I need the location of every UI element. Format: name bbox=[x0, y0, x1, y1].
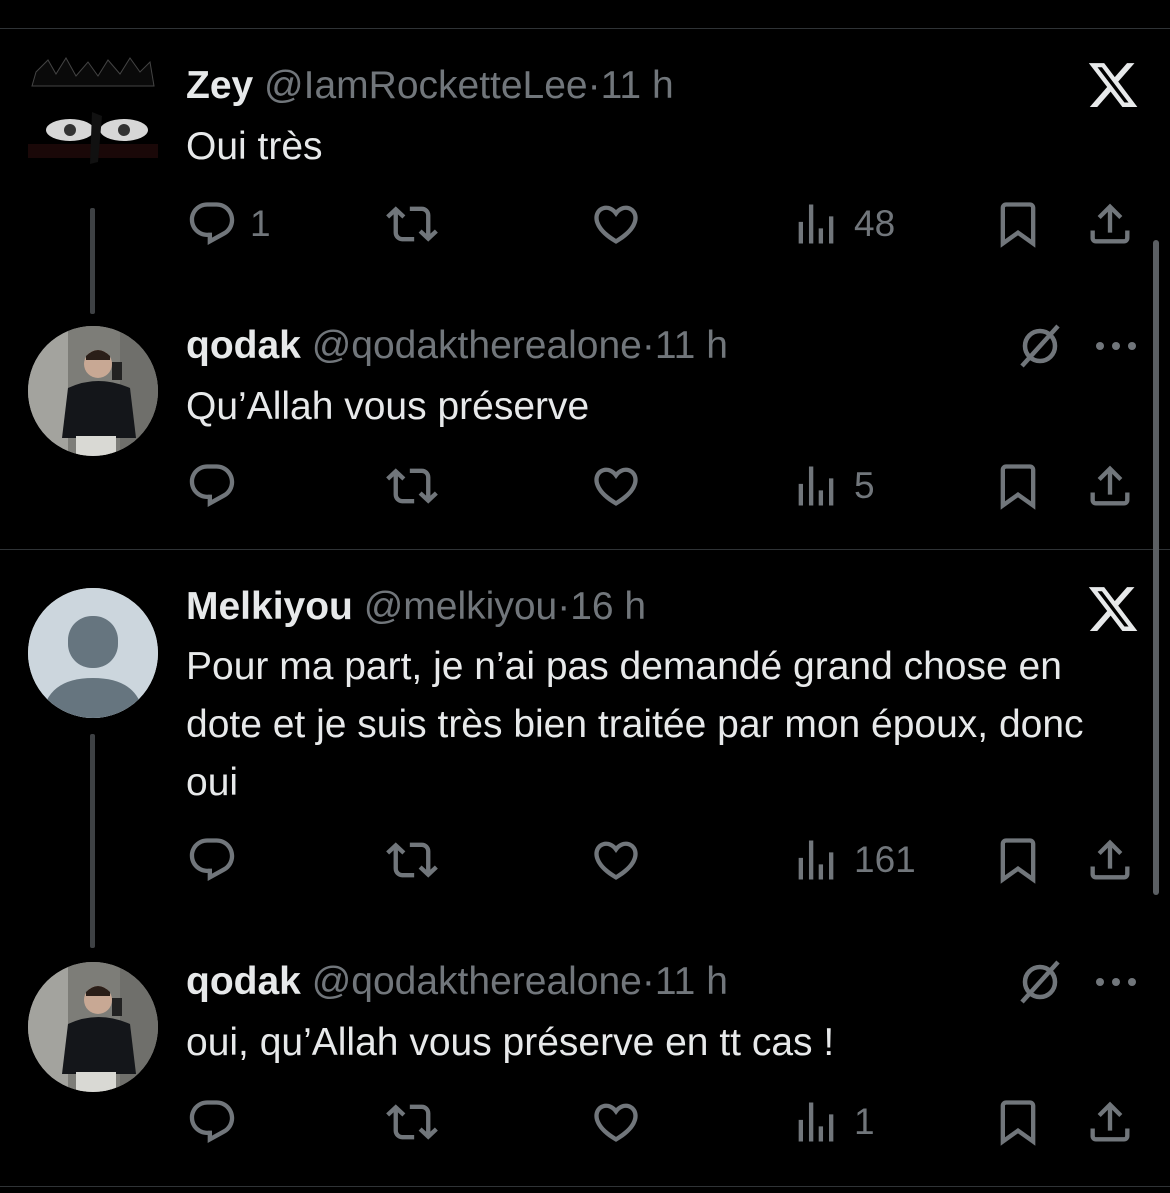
author-name[interactable]: Zey bbox=[186, 64, 253, 107]
views-button[interactable]: 1 bbox=[790, 1092, 875, 1152]
bookmark-button[interactable] bbox=[992, 194, 1044, 254]
avatar[interactable] bbox=[28, 962, 158, 1092]
author-handle[interactable]: @qodaktherealone bbox=[312, 960, 642, 1003]
divider bbox=[0, 549, 1170, 550]
timestamp[interactable]: 11 h bbox=[601, 64, 674, 107]
author-name[interactable]: qodak bbox=[186, 960, 301, 1003]
like-button[interactable] bbox=[590, 456, 642, 516]
heart-icon bbox=[590, 1096, 642, 1148]
x-logo-icon bbox=[1086, 582, 1140, 636]
heart-icon bbox=[590, 198, 642, 250]
reply-icon bbox=[186, 198, 238, 250]
tweet-header: Melkiyou @melkiyou·16 h bbox=[186, 583, 646, 631]
author-handle[interactable]: @IamRocketteLee bbox=[264, 64, 588, 107]
heart-icon bbox=[590, 460, 642, 512]
retweet-button[interactable] bbox=[386, 1092, 438, 1152]
tweet-text: oui, qu’Allah vous préserve en tt cas ! bbox=[186, 1021, 835, 1064]
views-icon bbox=[790, 460, 842, 512]
retweet-icon bbox=[386, 198, 438, 250]
share-button[interactable] bbox=[1084, 194, 1136, 254]
like-button[interactable] bbox=[590, 194, 642, 254]
reply-icon bbox=[186, 1096, 238, 1148]
bookmark-icon bbox=[992, 460, 1044, 512]
grok-icon[interactable] bbox=[1016, 958, 1064, 1006]
avatar[interactable] bbox=[28, 52, 158, 182]
action-bar: 161 bbox=[186, 830, 1146, 890]
like-button[interactable] bbox=[590, 1092, 642, 1152]
share-icon bbox=[1084, 460, 1136, 512]
retweet-icon bbox=[386, 1096, 438, 1148]
bookmark-icon bbox=[992, 1096, 1044, 1148]
views-count: 5 bbox=[854, 465, 875, 506]
bookmark-button[interactable] bbox=[992, 830, 1044, 890]
retweet-button[interactable] bbox=[386, 194, 438, 254]
bookmark-button[interactable] bbox=[992, 1092, 1044, 1152]
scrollbar[interactable] bbox=[1153, 240, 1159, 895]
views-button[interactable]: 48 bbox=[790, 194, 895, 254]
like-button[interactable] bbox=[590, 830, 642, 890]
tweet-text: Pour ma part, je n’ai pas demandé grand … bbox=[186, 645, 1084, 804]
views-button[interactable]: 5 bbox=[790, 456, 875, 516]
action-bar: 1 bbox=[186, 1092, 1146, 1152]
retweet-icon bbox=[386, 834, 438, 886]
bookmark-button[interactable] bbox=[992, 456, 1044, 516]
more-options-icon[interactable] bbox=[1094, 336, 1138, 356]
thread-line bbox=[90, 734, 95, 948]
share-icon bbox=[1084, 834, 1136, 886]
share-icon bbox=[1084, 1096, 1136, 1148]
separator: · bbox=[641, 960, 655, 1003]
bookmark-icon bbox=[992, 198, 1044, 250]
x-logo-icon bbox=[1086, 58, 1140, 112]
retweet-icon bbox=[386, 460, 438, 512]
grok-icon[interactable] bbox=[1016, 322, 1064, 370]
share-button[interactable] bbox=[1084, 830, 1136, 890]
share-button[interactable] bbox=[1084, 456, 1136, 516]
views-count: 1 bbox=[854, 1101, 875, 1142]
tweet-header: Zey @IamRocketteLee·11 h bbox=[186, 62, 674, 110]
separator: · bbox=[587, 64, 601, 107]
timestamp[interactable]: 16 h bbox=[570, 585, 646, 628]
reply-button[interactable]: 1 bbox=[186, 194, 271, 254]
tweet-text: Qu’Allah vous préserve bbox=[186, 385, 590, 428]
thread-line bbox=[90, 208, 95, 314]
views-icon bbox=[790, 198, 842, 250]
author-name[interactable]: Melkiyou bbox=[186, 585, 353, 628]
reply-button[interactable] bbox=[186, 830, 238, 890]
separator: · bbox=[557, 585, 571, 628]
author-handle[interactable]: @melkiyou bbox=[364, 585, 557, 628]
share-button[interactable] bbox=[1084, 1092, 1136, 1152]
views-icon bbox=[790, 834, 842, 886]
reply-count: 1 bbox=[250, 203, 271, 244]
avatar[interactable] bbox=[28, 588, 158, 718]
action-bar: 1 48 bbox=[186, 194, 1146, 254]
retweet-button[interactable] bbox=[386, 456, 438, 516]
divider-top bbox=[0, 28, 1170, 29]
views-count: 48 bbox=[854, 203, 896, 244]
reply-button[interactable] bbox=[186, 1092, 238, 1152]
separator: · bbox=[641, 324, 655, 367]
reply-icon bbox=[186, 460, 238, 512]
timestamp[interactable]: 11 h bbox=[655, 960, 728, 1003]
tweet-header: qodak @qodaktherealone·11 h bbox=[186, 322, 728, 370]
views-button[interactable]: 161 bbox=[790, 830, 916, 890]
views-count: 161 bbox=[854, 839, 916, 880]
author-handle[interactable]: @qodaktherealone bbox=[312, 324, 642, 367]
retweet-button[interactable] bbox=[386, 830, 438, 890]
action-bar: 5 bbox=[186, 456, 1146, 516]
more-options-icon[interactable] bbox=[1094, 972, 1138, 992]
reply-button[interactable] bbox=[186, 456, 238, 516]
tweet-header: qodak @qodaktherealone·11 h bbox=[186, 958, 728, 1006]
tweet-text: Oui très bbox=[186, 125, 323, 168]
avatar[interactable] bbox=[28, 326, 158, 456]
bookmark-icon bbox=[992, 834, 1044, 886]
divider-bottom bbox=[0, 1186, 1170, 1187]
views-icon bbox=[790, 1096, 842, 1148]
timestamp[interactable]: 11 h bbox=[655, 324, 728, 367]
reply-icon bbox=[186, 834, 238, 886]
share-icon bbox=[1084, 198, 1136, 250]
heart-icon bbox=[590, 834, 642, 886]
author-name[interactable]: qodak bbox=[186, 324, 301, 367]
